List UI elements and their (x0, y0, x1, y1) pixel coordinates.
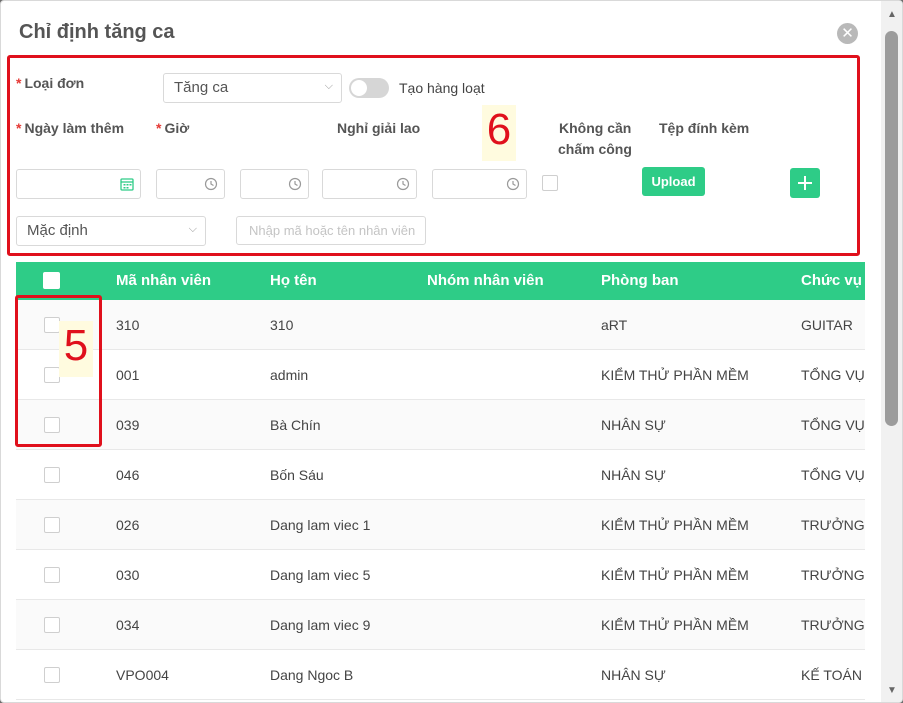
table-row[interactable]: 001 admin KIỂM THỬ PHẦN MỀM TỔNG VỤ (16, 350, 865, 400)
cell-phong-ban: NHÂN SỰ (601, 667, 666, 683)
cell-phong-ban: KIỂM THỬ PHẦN MỀM (601, 517, 749, 533)
row-checkbox[interactable] (44, 617, 60, 633)
cell-ma: VPO004 (116, 667, 169, 683)
column-header-phong-ban[interactable]: Phòng ban (601, 272, 679, 289)
cell-ma: 001 (116, 367, 140, 383)
close-icon[interactable]: ✕ (837, 23, 858, 44)
cell-ho-ten: Bốn Sáu (270, 467, 324, 483)
cell-ho-ten: Dang lam viec 9 (270, 617, 371, 633)
cell-phong-ban: KIỂM THỬ PHẦN MỀM (601, 367, 749, 383)
cell-phong-ban: KIỂM THỬ PHẦN MỀM (601, 567, 749, 583)
cell-ho-ten: Dang Ngoc B (270, 667, 354, 683)
cell-ma: 030 (116, 567, 140, 583)
column-header-nhom[interactable]: Nhóm nhân viên (427, 272, 544, 289)
table-row[interactable]: 310 310 aRT GUITAR (16, 300, 865, 350)
cell-ma: 034 (116, 617, 140, 633)
cell-ma: 046 (116, 467, 140, 483)
cell-chuc-vu: TRƯỞNG PHÒNG (801, 517, 865, 533)
cell-ho-ten: Dang lam viec 1 (270, 517, 371, 533)
cell-chuc-vu: GUITAR (801, 317, 853, 333)
table-row[interactable]: 034 Dang lam viec 9 KIỂM THỬ PHẦN MỀM TR… (16, 600, 865, 650)
cell-chuc-vu: TỔNG VỤ (801, 367, 865, 383)
table-row[interactable]: 039 Bà Chín NHÂN SỰ TỔNG VỤ (16, 400, 865, 450)
row-checkbox[interactable] (44, 467, 60, 483)
cell-chuc-vu: KẾ TOÁN (801, 667, 862, 683)
cell-ho-ten: Bà Chín (270, 417, 321, 433)
scroll-up-icon[interactable]: ▲ (884, 9, 900, 20)
row-checkbox[interactable] (44, 667, 60, 683)
row-checkbox[interactable] (44, 517, 60, 533)
select-all-checkbox[interactable] (43, 272, 60, 289)
dialog-header: Chỉ định tăng ca ✕ (1, 1, 881, 59)
cell-chuc-vu: TRƯỞNG PHÒNG (801, 567, 865, 583)
annotation-number-checkboxes: 5 (59, 321, 93, 377)
dialog-title: Chỉ định tăng ca (19, 21, 175, 43)
cell-phong-ban: aRT (601, 317, 628, 333)
annotation-box-filters (7, 55, 860, 256)
column-header-ho-ten[interactable]: Họ tên (270, 272, 317, 289)
employee-table: 310 310 aRT GUITAR 001 admin KIỂM THỬ PH… (16, 300, 865, 702)
cell-ma: 310 (116, 317, 140, 333)
cell-ho-ten: Dang lam viec 5 (270, 567, 371, 583)
cell-chuc-vu: TRƯỞNG PHÒNG (801, 617, 865, 633)
overtime-dialog: Chỉ định tăng ca ✕ * Loại đơn Tăng ca ⌵ T… (0, 0, 903, 703)
table-header: Mã nhân viên Họ tên Nhóm nhân viên Phòng… (16, 262, 865, 300)
annotation-number-filters: 6 (482, 105, 516, 161)
cell-ho-ten: 310 (270, 317, 294, 333)
row-checkbox[interactable] (44, 567, 60, 583)
column-header-chuc-vu[interactable]: Chức vụ (801, 272, 862, 289)
cell-ho-ten: admin (270, 367, 309, 383)
table-row[interactable]: 030 Dang lam viec 5 KIỂM THỬ PHẦN MỀM TR… (16, 550, 865, 600)
cell-phong-ban: NHÂN SỰ (601, 417, 666, 433)
scroll-down-icon[interactable]: ▼ (884, 685, 900, 696)
cell-ma: 039 (116, 417, 140, 433)
cell-phong-ban: KIỂM THỬ PHẦN MỀM (601, 617, 749, 633)
scrollbar-thumb[interactable] (885, 31, 898, 426)
table-row[interactable]: VPO004 Dang Ngoc B NHÂN SỰ KẾ TOÁN (16, 650, 865, 700)
cell-ma: 026 (116, 517, 140, 533)
cell-chuc-vu: TỔNG VỤ (801, 417, 865, 433)
cell-chuc-vu: TỔNG VỤ (801, 467, 865, 483)
column-header-ma[interactable]: Mã nhân viên (116, 272, 211, 289)
table-row[interactable]: 026 Dang lam viec 1 KIỂM THỬ PHẦN MỀM TR… (16, 500, 865, 550)
cell-phong-ban: NHÂN SỰ (601, 467, 666, 483)
table-row[interactable]: 046 Bốn Sáu NHÂN SỰ TỔNG VỤ (16, 450, 865, 500)
